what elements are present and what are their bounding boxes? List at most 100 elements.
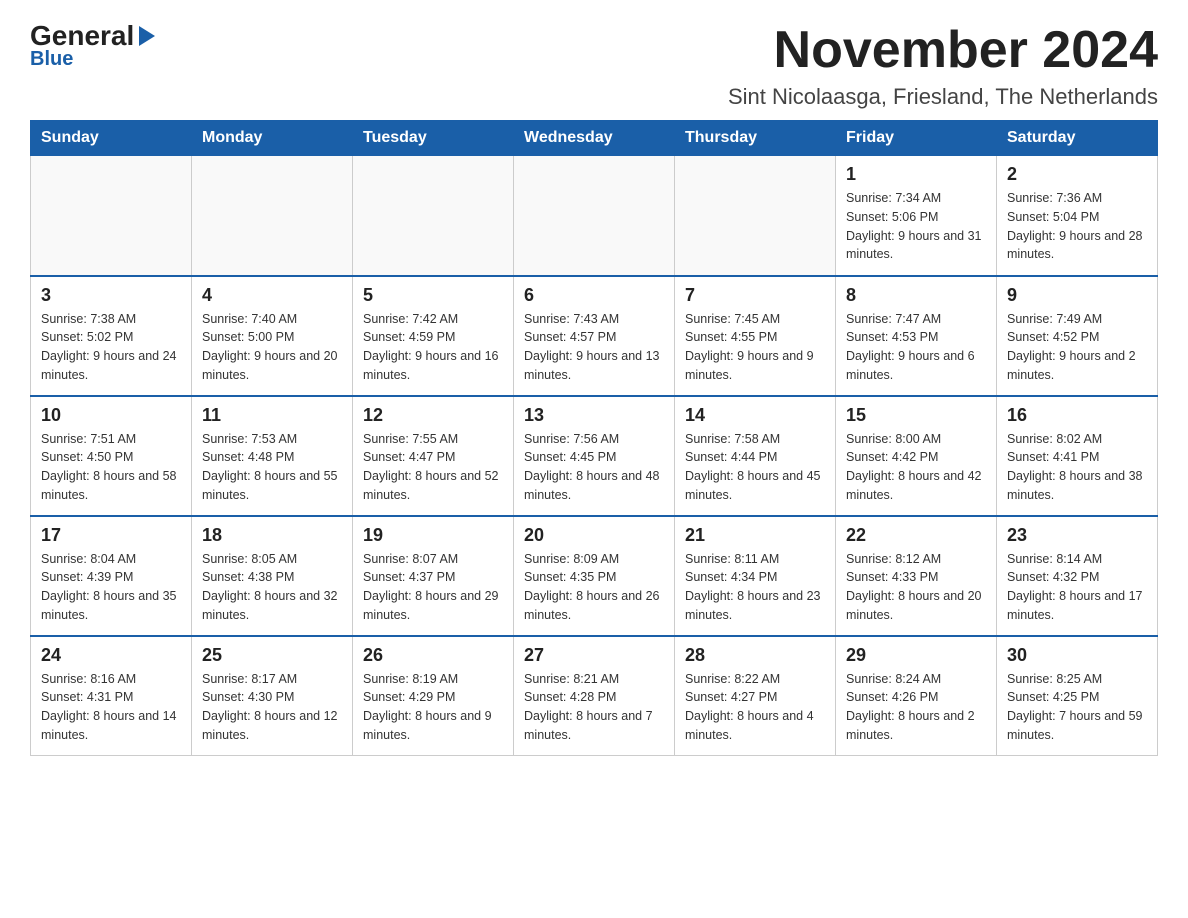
day-number: 5: [363, 285, 503, 306]
day-info: Sunrise: 7:38 AMSunset: 5:02 PMDaylight:…: [41, 310, 181, 385]
day-number: 29: [846, 645, 986, 666]
day-info: Sunrise: 7:43 AMSunset: 4:57 PMDaylight:…: [524, 310, 664, 385]
calendar-cell: 12 Sunrise: 7:55 AMSunset: 4:47 PMDayligh…: [353, 396, 514, 516]
day-info: Sunrise: 7:36 AMSunset: 5:04 PMDaylight:…: [1007, 189, 1147, 264]
day-info: Sunrise: 8:22 AMSunset: 4:27 PMDaylight:…: [685, 670, 825, 745]
calendar-cell: 7 Sunrise: 7:45 AMSunset: 4:55 PMDaylight…: [675, 276, 836, 396]
day-info: Sunrise: 7:42 AMSunset: 4:59 PMDaylight:…: [363, 310, 503, 385]
day-info: Sunrise: 7:58 AMSunset: 4:44 PMDaylight:…: [685, 430, 825, 505]
calendar-cell: [192, 156, 353, 276]
day-number: 20: [524, 525, 664, 546]
day-info: Sunrise: 8:04 AMSunset: 4:39 PMDaylight:…: [41, 550, 181, 625]
calendar-cell: [353, 156, 514, 276]
day-info: Sunrise: 8:11 AMSunset: 4:34 PMDaylight:…: [685, 550, 825, 625]
day-info: Sunrise: 8:14 AMSunset: 4:32 PMDaylight:…: [1007, 550, 1147, 625]
day-info: Sunrise: 7:51 AMSunset: 4:50 PMDaylight:…: [41, 430, 181, 505]
day-number: 11: [202, 405, 342, 426]
calendar-cell: 4 Sunrise: 7:40 AMSunset: 5:00 PMDaylight…: [192, 276, 353, 396]
calendar-cell: [514, 156, 675, 276]
month-title: November 2024: [728, 20, 1158, 80]
calendar-cell: 10 Sunrise: 7:51 AMSunset: 4:50 PMDayligh…: [31, 396, 192, 516]
calendar-cell: 5 Sunrise: 7:42 AMSunset: 4:59 PMDaylight…: [353, 276, 514, 396]
day-number: 9: [1007, 285, 1147, 306]
calendar-cell: [31, 156, 192, 276]
logo-blue: Blue: [30, 48, 73, 71]
calendar-header-row: SundayMondayTuesdayWednesdayThursdayFrid…: [31, 121, 1158, 156]
title-area: November 2024 Sint Nicolaasga, Friesland…: [728, 20, 1158, 110]
day-number: 19: [363, 525, 503, 546]
calendar-cell: [675, 156, 836, 276]
day-info: Sunrise: 7:40 AMSunset: 5:00 PMDaylight:…: [202, 310, 342, 385]
calendar-cell: 30 Sunrise: 8:25 AMSunset: 4:25 PMDayligh…: [997, 636, 1158, 756]
day-info: Sunrise: 8:16 AMSunset: 4:31 PMDaylight:…: [41, 670, 181, 745]
day-number: 24: [41, 645, 181, 666]
calendar-week-2: 10 Sunrise: 7:51 AMSunset: 4:50 PMDayligh…: [31, 396, 1158, 516]
day-number: 30: [1007, 645, 1147, 666]
calendar-cell: 17Sunrise: 8:04 AMSunset: 4:39 PMDayligh…: [31, 516, 192, 636]
header-sunday: Sunday: [31, 121, 192, 156]
day-number: 15: [846, 405, 986, 426]
day-info: Sunrise: 8:09 AMSunset: 4:35 PMDaylight:…: [524, 550, 664, 625]
calendar-cell: 13 Sunrise: 7:56 AMSunset: 4:45 PMDayligh…: [514, 396, 675, 516]
day-info: Sunrise: 7:49 AMSunset: 4:52 PMDaylight:…: [1007, 310, 1147, 385]
day-number: 8: [846, 285, 986, 306]
day-info: Sunrise: 8:19 AMSunset: 4:29 PMDaylight:…: [363, 670, 503, 745]
day-number: 6: [524, 285, 664, 306]
calendar-cell: 18Sunrise: 8:05 AMSunset: 4:38 PMDayligh…: [192, 516, 353, 636]
day-number: 7: [685, 285, 825, 306]
day-info: Sunrise: 8:24 AMSunset: 4:26 PMDaylight:…: [846, 670, 986, 745]
day-info: Sunrise: 7:55 AMSunset: 4:47 PMDaylight:…: [363, 430, 503, 505]
day-number: 21: [685, 525, 825, 546]
day-info: Sunrise: 8:21 AMSunset: 4:28 PMDaylight:…: [524, 670, 664, 745]
day-info: Sunrise: 8:07 AMSunset: 4:37 PMDaylight:…: [363, 550, 503, 625]
calendar-cell: 9 Sunrise: 7:49 AMSunset: 4:52 PMDaylight…: [997, 276, 1158, 396]
calendar-cell: 22 Sunrise: 8:12 AMSunset: 4:33 PMDayligh…: [836, 516, 997, 636]
day-number: 4: [202, 285, 342, 306]
day-info: Sunrise: 7:47 AMSunset: 4:53 PMDaylight:…: [846, 310, 986, 385]
day-info: Sunrise: 8:12 AMSunset: 4:33 PMDaylight:…: [846, 550, 986, 625]
day-number: 10: [41, 405, 181, 426]
day-info: Sunrise: 7:53 AMSunset: 4:48 PMDaylight:…: [202, 430, 342, 505]
calendar-week-1: 3 Sunrise: 7:38 AMSunset: 5:02 PMDaylight…: [31, 276, 1158, 396]
calendar-cell: 25Sunrise: 8:17 AMSunset: 4:30 PMDayligh…: [192, 636, 353, 756]
calendar-cell: 16Sunrise: 8:02 AMSunset: 4:41 PMDayligh…: [997, 396, 1158, 516]
calendar-week-4: 24 Sunrise: 8:16 AMSunset: 4:31 PMDayligh…: [31, 636, 1158, 756]
day-info: Sunrise: 8:25 AMSunset: 4:25 PMDaylight:…: [1007, 670, 1147, 745]
calendar-week-0: 1 Sunrise: 7:34 AMSunset: 5:06 PMDaylight…: [31, 156, 1158, 276]
calendar-table: SundayMondayTuesdayWednesdayThursdayFrid…: [30, 120, 1158, 756]
calendar-cell: 11 Sunrise: 7:53 AMSunset: 4:48 PMDayligh…: [192, 396, 353, 516]
day-info: Sunrise: 7:56 AMSunset: 4:45 PMDaylight:…: [524, 430, 664, 505]
calendar-cell: 1 Sunrise: 7:34 AMSunset: 5:06 PMDaylight…: [836, 156, 997, 276]
header: General Blue November 2024 Sint Nicolaas…: [30, 20, 1158, 110]
day-number: 13: [524, 405, 664, 426]
calendar-cell: 21 Sunrise: 8:11 AMSunset: 4:34 PMDayligh…: [675, 516, 836, 636]
calendar-cell: 26Sunrise: 8:19 AMSunset: 4:29 PMDayligh…: [353, 636, 514, 756]
day-number: 22: [846, 525, 986, 546]
day-number: 23: [1007, 525, 1147, 546]
day-number: 28: [685, 645, 825, 666]
day-number: 14: [685, 405, 825, 426]
header-tuesday: Tuesday: [353, 121, 514, 156]
header-saturday: Saturday: [997, 121, 1158, 156]
day-number: 18: [202, 525, 342, 546]
calendar-cell: 28 Sunrise: 8:22 AMSunset: 4:27 PMDayligh…: [675, 636, 836, 756]
header-wednesday: Wednesday: [514, 121, 675, 156]
calendar-cell: 20 Sunrise: 8:09 AMSunset: 4:35 PMDayligh…: [514, 516, 675, 636]
day-number: 27: [524, 645, 664, 666]
calendar-cell: 24 Sunrise: 8:16 AMSunset: 4:31 PMDayligh…: [31, 636, 192, 756]
day-info: Sunrise: 7:45 AMSunset: 4:55 PMDaylight:…: [685, 310, 825, 385]
logo-area: General Blue: [30, 20, 157, 71]
calendar-cell: 6 Sunrise: 7:43 AMSunset: 4:57 PMDaylight…: [514, 276, 675, 396]
day-number: 1: [846, 164, 986, 185]
day-info: Sunrise: 8:00 AMSunset: 4:42 PMDaylight:…: [846, 430, 986, 505]
day-number: 12: [363, 405, 503, 426]
day-info: Sunrise: 7:34 AMSunset: 5:06 PMDaylight:…: [846, 189, 986, 264]
calendar-cell: 14 Sunrise: 7:58 AMSunset: 4:44 PMDayligh…: [675, 396, 836, 516]
header-monday: Monday: [192, 121, 353, 156]
calendar-cell: 2Sunrise: 7:36 AMSunset: 5:04 PMDaylight…: [997, 156, 1158, 276]
calendar-cell: 3 Sunrise: 7:38 AMSunset: 5:02 PMDaylight…: [31, 276, 192, 396]
day-number: 3: [41, 285, 181, 306]
calendar-cell: 29 Sunrise: 8:24 AMSunset: 4:26 PMDayligh…: [836, 636, 997, 756]
location-subtitle: Sint Nicolaasga, Friesland, The Netherla…: [728, 84, 1158, 110]
calendar-cell: 8 Sunrise: 7:47 AMSunset: 4:53 PMDaylight…: [836, 276, 997, 396]
